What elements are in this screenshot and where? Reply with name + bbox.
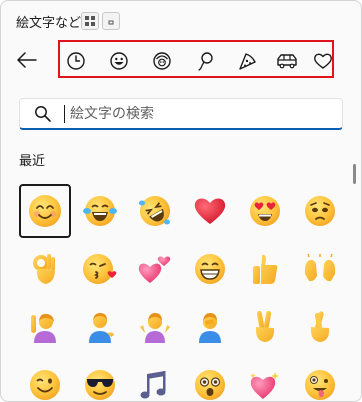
balloon-icon (198, 52, 213, 71)
section-label-recent: 最近 (19, 154, 46, 169)
emoji-grinning-face[interactable] (184, 242, 236, 296)
smiley-icon (110, 52, 128, 70)
car-icon (277, 54, 297, 69)
tab-food[interactable] (237, 50, 259, 72)
scrollbar-thumb[interactable] (353, 164, 356, 184)
grid-icon[interactable] (81, 12, 99, 30)
emoji-pleading-face[interactable] (294, 184, 346, 238)
emoji-kissing-face[interactable] (74, 242, 126, 296)
pizza-icon (239, 53, 256, 70)
emoji-heart-eyes[interactable] (239, 184, 291, 238)
back-button[interactable] (13, 46, 41, 74)
emoji-musical-notes[interactable] (129, 358, 181, 401)
emoji-tears-of-joy[interactable] (74, 184, 126, 238)
emoji-winking-face[interactable] (19, 358, 71, 401)
emoji-ok-hand[interactable] (19, 242, 71, 296)
tab-smileys[interactable] (108, 50, 130, 72)
heart-icon (314, 53, 332, 69)
window-title: 絵文字など (16, 16, 82, 31)
emoji-smiling-face[interactable] (19, 184, 71, 238)
text-caret (64, 105, 65, 123)
people-icon (153, 52, 171, 70)
small-window-icon[interactable] (102, 12, 120, 30)
tab-symbols[interactable] (312, 50, 334, 72)
emoji-red-heart[interactable] (184, 184, 236, 238)
emoji-panel-window: 絵文字など 絵文字の検索 最近 (0, 0, 362, 402)
emoji-sunglasses-face[interactable] (74, 358, 126, 401)
emoji-person-facepalming[interactable] (184, 300, 236, 354)
tab-recent[interactable] (65, 50, 87, 72)
tab-people[interactable] (151, 50, 173, 72)
emoji-rolling-on-floor[interactable] (129, 184, 181, 238)
emoji-person-raising-hand[interactable] (19, 300, 71, 354)
emoji-person-tipping-hand[interactable] (74, 300, 126, 354)
emoji-raising-hands[interactable] (294, 242, 346, 296)
emoji-person-shrugging[interactable] (129, 300, 181, 354)
tab-travel[interactable] (273, 50, 301, 72)
emoji-sparkling-heart[interactable] (239, 358, 291, 401)
search-input[interactable] (68, 102, 332, 126)
emoji-thumbs-up[interactable] (239, 242, 291, 296)
back-arrow-icon (17, 52, 37, 68)
title-bar: 絵文字など (1, 1, 361, 41)
emoji-astonished-face[interactable] (184, 358, 236, 401)
emoji-victory-hand[interactable] (239, 300, 291, 354)
search-icon (35, 106, 51, 122)
emoji-crossed-fingers[interactable] (294, 300, 346, 354)
clock-icon (67, 52, 85, 70)
emoji-two-hearts[interactable] (129, 242, 181, 296)
search-box[interactable] (19, 98, 343, 130)
tab-celebration[interactable] (194, 50, 216, 72)
emoji-zany-face[interactable] (294, 358, 346, 401)
